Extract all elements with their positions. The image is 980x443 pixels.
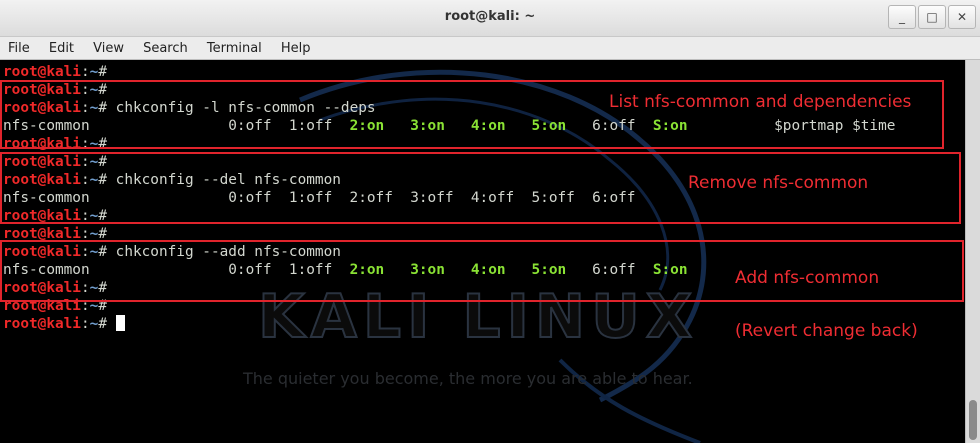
prompt-line: root@kali:~#: [3, 63, 895, 81]
prompt-separator: :: [80, 64, 90, 80]
menu-terminal[interactable]: Terminal: [199, 38, 268, 56]
prompt-user: root@kali: [3, 316, 81, 332]
annotation-revert: (Revert change back): [735, 321, 918, 341]
minimize-button[interactable]: _: [888, 5, 916, 29]
menu-bar: File Edit View Search Terminal Help: [0, 37, 980, 60]
title-bar: root@kali: ~ _ □ ✕: [0, 0, 980, 37]
menu-view[interactable]: View: [85, 38, 130, 56]
terminal-scrollbar[interactable]: [965, 60, 980, 443]
close-button[interactable]: ✕: [948, 5, 976, 29]
terminal-area[interactable]: KALI LINUX The quieter you become, the m…: [0, 60, 965, 443]
menu-help[interactable]: Help: [273, 38, 317, 56]
prompt-separator: :: [80, 316, 90, 332]
terminal-cursor: [115, 315, 125, 331]
scrollbar-thumb[interactable]: [969, 400, 977, 440]
maximize-button[interactable]: □: [918, 5, 946, 29]
menu-edit[interactable]: Edit: [41, 38, 80, 56]
menu-search[interactable]: Search: [135, 38, 194, 56]
prompt-symbol: #: [98, 64, 116, 80]
kali-tagline: The quieter you become, the more you are…: [243, 369, 693, 388]
annotation-add: Add nfs-common: [735, 268, 880, 288]
menu-file[interactable]: File: [0, 38, 36, 56]
annotation-list: List nfs-common and dependencies: [609, 92, 912, 112]
annotation-box-list: [0, 80, 944, 149]
window-title: root@kali: ~: [444, 9, 536, 24]
window-controls: _ □ ✕: [886, 5, 976, 29]
prompt-symbol: #: [98, 316, 116, 332]
prompt-user: root@kali: [3, 64, 81, 80]
annotation-remove: Remove nfs-common: [688, 173, 869, 193]
